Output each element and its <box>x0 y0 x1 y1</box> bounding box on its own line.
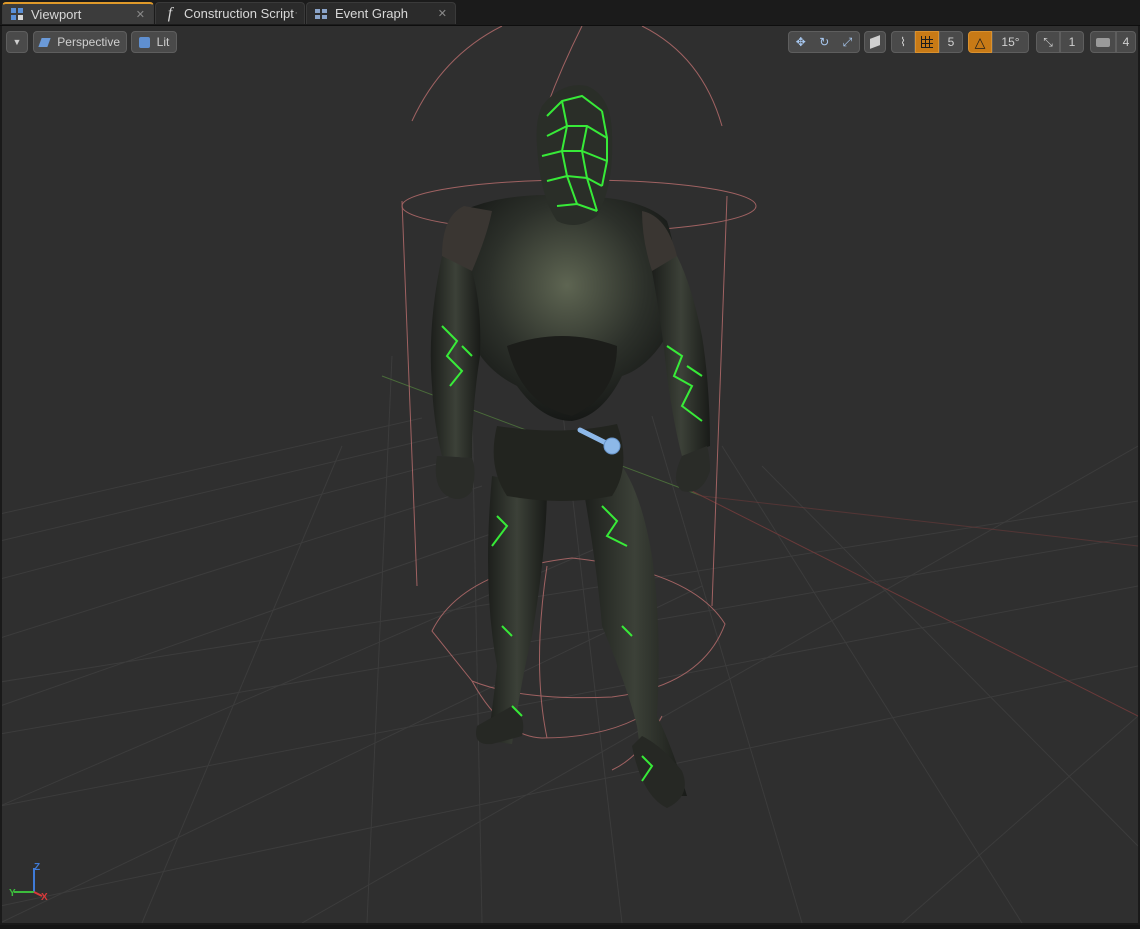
lit-label: Lit <box>156 35 170 49</box>
grid-snap-toggle[interactable] <box>915 31 939 53</box>
surface-snap-icon: ⌇ <box>900 35 906 49</box>
camera-speed-value[interactable]: 4 <box>1116 31 1136 53</box>
scale-icon[interactable]: ⤢ <box>843 35 853 50</box>
scale-snap-value[interactable]: 1 <box>1060 31 1084 53</box>
camera-icon <box>1096 37 1110 47</box>
close-icon[interactable]: ✕ <box>136 8 145 21</box>
tab-event-graph-label: Event Graph <box>335 6 408 21</box>
grid-icon <box>921 36 933 48</box>
chevron-down-icon: ▼ <box>12 37 22 47</box>
camera-speed-button[interactable] <box>1090 31 1116 53</box>
tab-construction-script-label: Construction Script <box>184 6 294 21</box>
surface-snap-button[interactable]: ⌇ <box>891 31 915 53</box>
perspective-label: Perspective <box>57 35 120 49</box>
cube-icon <box>870 35 880 49</box>
perspective-icon <box>38 37 51 47</box>
angle-icon: △ <box>974 33 986 50</box>
transform-tools: ✥ ↻ ⤢ <box>788 31 860 53</box>
translate-icon[interactable]: ✥ <box>796 35 806 49</box>
tab-bar: Viewport ✕ f Construction Script · Event… <box>0 0 1140 26</box>
close-icon[interactable]: ✕ <box>438 7 447 20</box>
grid-snap-value[interactable]: 5 <box>939 31 963 53</box>
tab-viewport[interactable]: Viewport ✕ <box>2 2 154 24</box>
scene-3d <box>2 26 1138 923</box>
perspective-button[interactable]: Perspective <box>33 31 127 53</box>
rotate-icon[interactable]: ↻ <box>819 35 829 49</box>
graph-icon <box>313 6 329 22</box>
axis-y-label: Y <box>9 888 16 899</box>
viewport[interactable]: Z Y X <box>2 26 1138 923</box>
viewport-icon <box>9 6 25 22</box>
lit-icon <box>138 36 150 48</box>
bottom-border <box>0 925 1140 929</box>
tab-construction-script[interactable]: f Construction Script · <box>155 2 305 24</box>
rotation-snap-toggle[interactable]: △ <box>968 31 992 53</box>
rotation-snap-value[interactable]: 15° <box>992 31 1029 53</box>
scale-snap-icon: ⤡ <box>1043 34 1053 49</box>
function-icon: f <box>167 4 173 22</box>
lit-button[interactable]: Lit <box>131 31 177 53</box>
viewport-options-button[interactable]: ▼ <box>6 31 28 53</box>
axis-x-label: X <box>41 892 48 903</box>
tab-viewport-label: Viewport <box>31 6 82 22</box>
scale-snap-toggle[interactable]: ⤡ <box>1036 31 1060 53</box>
local-world-toggle[interactable] <box>864 31 886 53</box>
close-icon[interactable]: · <box>294 7 298 19</box>
tab-event-graph[interactable]: Event Graph ✕ <box>306 2 456 24</box>
axis-z-label: Z <box>34 862 41 873</box>
